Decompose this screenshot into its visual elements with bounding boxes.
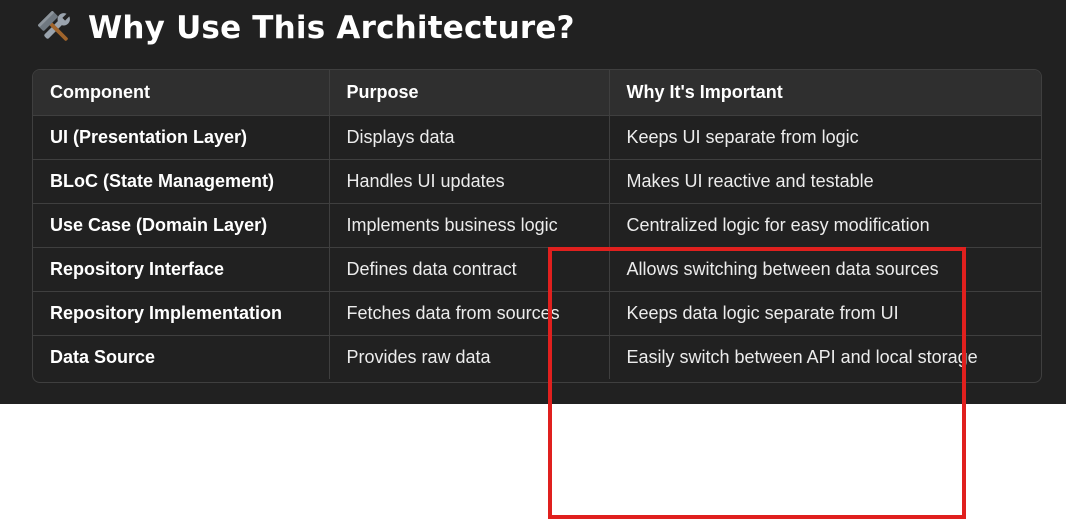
cell-purpose: Displays data xyxy=(328,114,609,159)
cell-purpose: Provides raw data xyxy=(328,334,609,379)
table-row: Data Source Provides raw data Easily swi… xyxy=(33,334,1041,379)
cell-importance: Easily switch between API and local stor… xyxy=(608,334,1041,379)
cell-purpose: Handles UI updates xyxy=(328,158,609,203)
cell-component: Use Case (Domain Layer) xyxy=(33,202,329,247)
cell-purpose: Implements business logic xyxy=(328,202,609,247)
cell-importance: Makes UI reactive and testable xyxy=(608,158,1041,203)
cell-component: Repository Implementation xyxy=(33,290,329,335)
cell-component: Repository Interface xyxy=(33,246,329,291)
table-row: UI (Presentation Layer) Displays data Ke… xyxy=(33,114,1041,159)
cell-purpose: Fetches data from sources xyxy=(328,290,609,335)
cell-component: UI (Presentation Layer) xyxy=(33,114,329,159)
table-row: BLoC (State Management) Handles UI updat… xyxy=(33,158,1041,203)
table-row: Use Case (Domain Layer) Implements busin… xyxy=(33,202,1041,247)
cell-importance: Allows switching between data sources xyxy=(608,246,1041,291)
table-header-row: Component Purpose Why It's Important xyxy=(33,70,1041,115)
section-heading: Why Use This Architecture? xyxy=(36,6,575,50)
hammer-and-wrench-icon xyxy=(38,11,70,41)
cell-importance: Keeps data logic separate from UI xyxy=(608,290,1041,335)
cell-importance: Centralized logic for easy modification xyxy=(608,202,1041,247)
section-title: Why Use This Architecture? xyxy=(88,10,575,46)
cell-component: BLoC (State Management) xyxy=(33,158,329,203)
column-header-component: Component xyxy=(33,70,329,115)
cell-component: Data Source xyxy=(33,334,329,379)
cell-importance: Keeps UI separate from logic xyxy=(608,114,1041,159)
column-header-purpose: Purpose xyxy=(328,70,609,115)
chat-message-panel: Why Use This Architecture? Component Pur… xyxy=(0,0,1066,404)
architecture-table: Component Purpose Why It's Important UI … xyxy=(32,69,1042,383)
cell-purpose: Defines data contract xyxy=(328,246,609,291)
table-row: Repository Interface Defines data contra… xyxy=(33,246,1041,291)
table-row: Repository Implementation Fetches data f… xyxy=(33,290,1041,335)
column-header-importance: Why It's Important xyxy=(608,70,1041,115)
